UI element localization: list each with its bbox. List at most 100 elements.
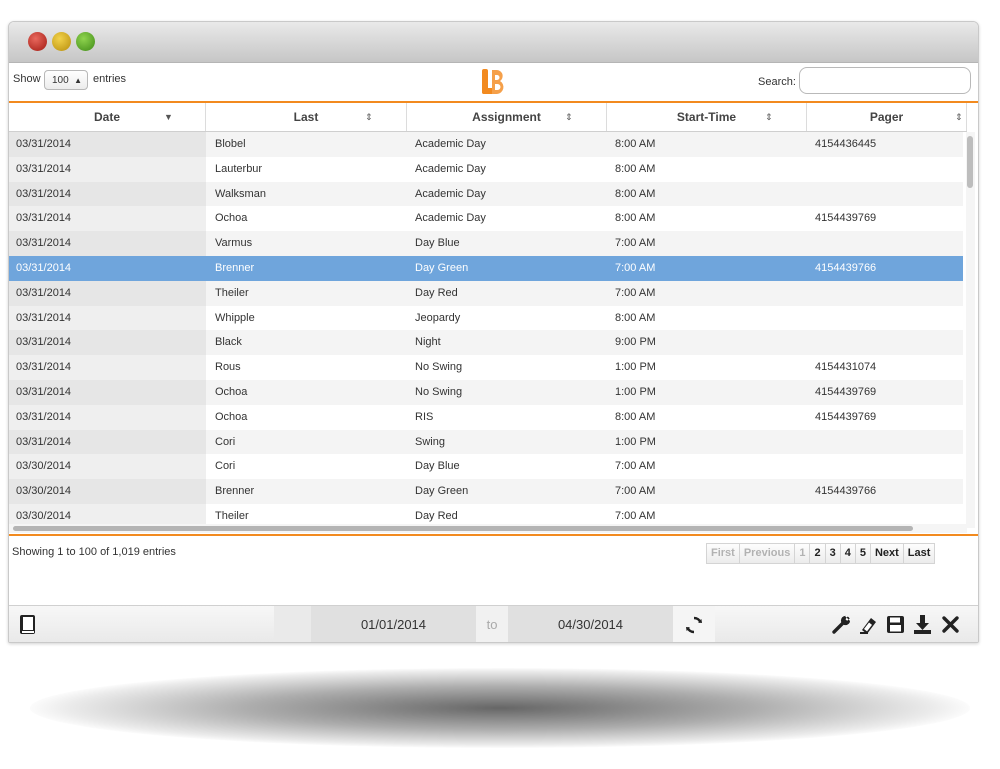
book-icon[interactable] (19, 614, 37, 635)
cell-date: 03/30/2014 (9, 479, 206, 505)
sort-desc-icon: ▼ (164, 112, 173, 122)
vertical-scrollbar[interactable] (966, 132, 975, 528)
table-row[interactable]: 03/31/2014 Whipple Jeopardy 8:00 AM (9, 305, 963, 331)
cell-last: Ochoa (215, 386, 248, 398)
title-bar (9, 22, 978, 63)
table-row[interactable]: 03/31/2014 Black Night 9:00 PM (9, 330, 963, 356)
page-button-last[interactable]: Last (902, 543, 936, 564)
close-window-button[interactable] (28, 32, 47, 51)
cell-date: 03/31/2014 (9, 355, 206, 381)
horizontal-scroll-thumb[interactable] (13, 526, 913, 531)
sort-both-icon: ⇕ (765, 112, 773, 122)
column-header-assignment[interactable]: Assignment ⇕ (407, 103, 607, 131)
table-row[interactable]: 03/31/2014 Rous No Swing 1:00 PM 4154431074 (9, 355, 963, 381)
table-info-bar: Showing 1 to 100 of 1,019 entries First P… (9, 534, 978, 568)
cell-date: 03/31/2014 (9, 305, 206, 331)
cell-date: 03/31/2014 (9, 231, 206, 257)
cell-date: 03/31/2014 (9, 206, 206, 232)
end-date-field[interactable]: 04/30/2014 (508, 606, 673, 642)
cell-assignment: RIS (415, 410, 434, 423)
cell-assignment: Day Red (415, 286, 458, 299)
column-header-label: Date (93, 110, 120, 124)
maximize-window-button[interactable] (76, 32, 95, 51)
cell-start-time: 8:00 AM (615, 162, 656, 175)
cell-last: Cori (215, 460, 236, 473)
table-row[interactable]: 03/31/2014 Ochoa Academic Day 8:00 AM 415443… (9, 206, 963, 232)
table-row[interactable]: 03/31/2014 Ochoa RIS 8:00 AM 4154439769 (9, 404, 963, 430)
cell-date: 03/31/2014 (9, 429, 206, 455)
table-row[interactable]: 03/31/2014 Cori Swing 1:00 PM (9, 429, 963, 455)
column-header-start-time[interactable]: Start-Time ⇕ (607, 103, 807, 131)
cell-start-time: 1:00 PM (615, 435, 656, 448)
entries-info: Showing 1 to 100 of 1,019 entries (12, 546, 176, 558)
cell-assignment: Academic Day (415, 162, 486, 175)
column-header-last[interactable]: Last ⇕ (206, 103, 407, 131)
cell-last: Walksman (215, 187, 266, 200)
cell-date: 03/31/2014 (9, 330, 206, 356)
page-button-next[interactable]: Next (869, 543, 904, 564)
table-row[interactable]: 03/30/2014 Brenner Day Green 7:00 AM 4154439… (9, 479, 963, 505)
wrench-icon[interactable] (831, 614, 852, 635)
entries-per-page-select[interactable]: 100 ▲ (44, 70, 88, 90)
table-row[interactable]: 03/31/2014 Varmus Day Blue 7:00 AM (9, 231, 963, 257)
close-icon[interactable] (940, 614, 961, 635)
refresh-button[interactable] (673, 606, 715, 642)
vertical-scroll-thumb[interactable] (967, 136, 973, 188)
window-shadow (30, 668, 970, 748)
cell-date: 03/31/2014 (9, 181, 206, 207)
horizontal-scrollbar[interactable] (9, 524, 967, 533)
footer-toolbar: 01/01/2014 to 04/30/2014 (9, 605, 978, 642)
search-input[interactable] (799, 67, 971, 94)
save-icon[interactable] (885, 614, 906, 635)
cell-last: Varmus (215, 237, 253, 250)
cell-assignment: Day Green (415, 485, 469, 498)
column-header-pager[interactable]: Pager ⇕ (807, 103, 967, 131)
cell-assignment: Academic Day (415, 212, 486, 225)
cell-date: 03/31/2014 (9, 256, 206, 281)
cell-date: 03/31/2014 (9, 404, 206, 430)
table-row[interactable]: 03/31/2014 Brenner Day Green 7:00 AM 4154439… (9, 256, 963, 281)
table-row[interactable]: 03/31/2014 Lauterbur Academic Day 8:00 AM (9, 156, 963, 182)
cell-last: Theiler (215, 286, 249, 299)
sort-both-icon: ⇕ (955, 112, 963, 122)
table-row[interactable]: 03/31/2014 Blobel Academic Day 8:00 AM 41544… (9, 132, 963, 157)
cell-date: 03/31/2014 (9, 132, 206, 157)
download-icon[interactable] (912, 614, 933, 635)
cell-start-time: 8:00 AM (615, 311, 656, 324)
table-row[interactable]: 03/30/2014 Cori Day Blue 7:00 AM (9, 454, 963, 480)
cell-pager: 4154436445 (815, 138, 877, 150)
cell-last: Blobel (215, 138, 246, 150)
cell-last: Ochoa (215, 212, 248, 225)
schedule-table: Date ▼ Last ⇕ Assignment ⇕ Start-Time ⇕ Pager ⇕ 0… (9, 103, 967, 534)
column-header-label: Last (293, 110, 319, 124)
cell-assignment: Swing (415, 435, 445, 448)
refresh-icon (686, 616, 702, 633)
eraser-icon[interactable] (858, 614, 879, 635)
page-button-4[interactable]: 4 (839, 543, 856, 564)
cell-pager: 4154439769 (815, 386, 877, 398)
page-button-3[interactable]: 3 (824, 543, 841, 564)
page-button-5[interactable]: 5 (854, 543, 871, 564)
cell-assignment: No Swing (415, 361, 463, 374)
cell-start-time: 1:00 PM (615, 361, 656, 374)
column-header-date[interactable]: Date ▼ (9, 103, 206, 131)
cell-start-time: 8:00 AM (615, 212, 656, 225)
cell-last: Rous (215, 361, 241, 374)
cell-assignment: No Swing (415, 386, 463, 398)
cell-last: Black (215, 336, 242, 349)
table-toolbar: Show 100 ▲ entries Search: (9, 63, 978, 103)
cell-start-time: 7:00 AM (615, 460, 656, 473)
page-button-2[interactable]: 2 (809, 543, 826, 564)
page-button-previous: Previous (738, 543, 796, 564)
cell-pager: 4154439766 (815, 262, 877, 274)
minimize-window-button[interactable] (52, 32, 71, 51)
cell-last: Ochoa (215, 410, 248, 423)
start-date-field[interactable]: 01/01/2014 (311, 606, 476, 642)
cell-start-time: 7:00 AM (615, 262, 656, 274)
entries-label: entries (93, 73, 127, 85)
cell-last: Lauterbur (215, 162, 263, 175)
table-row[interactable]: 03/31/2014 Ochoa No Swing 1:00 PM 4154439769 (9, 380, 963, 405)
table-row[interactable]: 03/31/2014 Walksman Academic Day 8:00 AM (9, 181, 963, 207)
cell-assignment: Day Green (415, 262, 469, 274)
table-row[interactable]: 03/31/2014 Theiler Day Red 7:00 AM (9, 280, 963, 306)
